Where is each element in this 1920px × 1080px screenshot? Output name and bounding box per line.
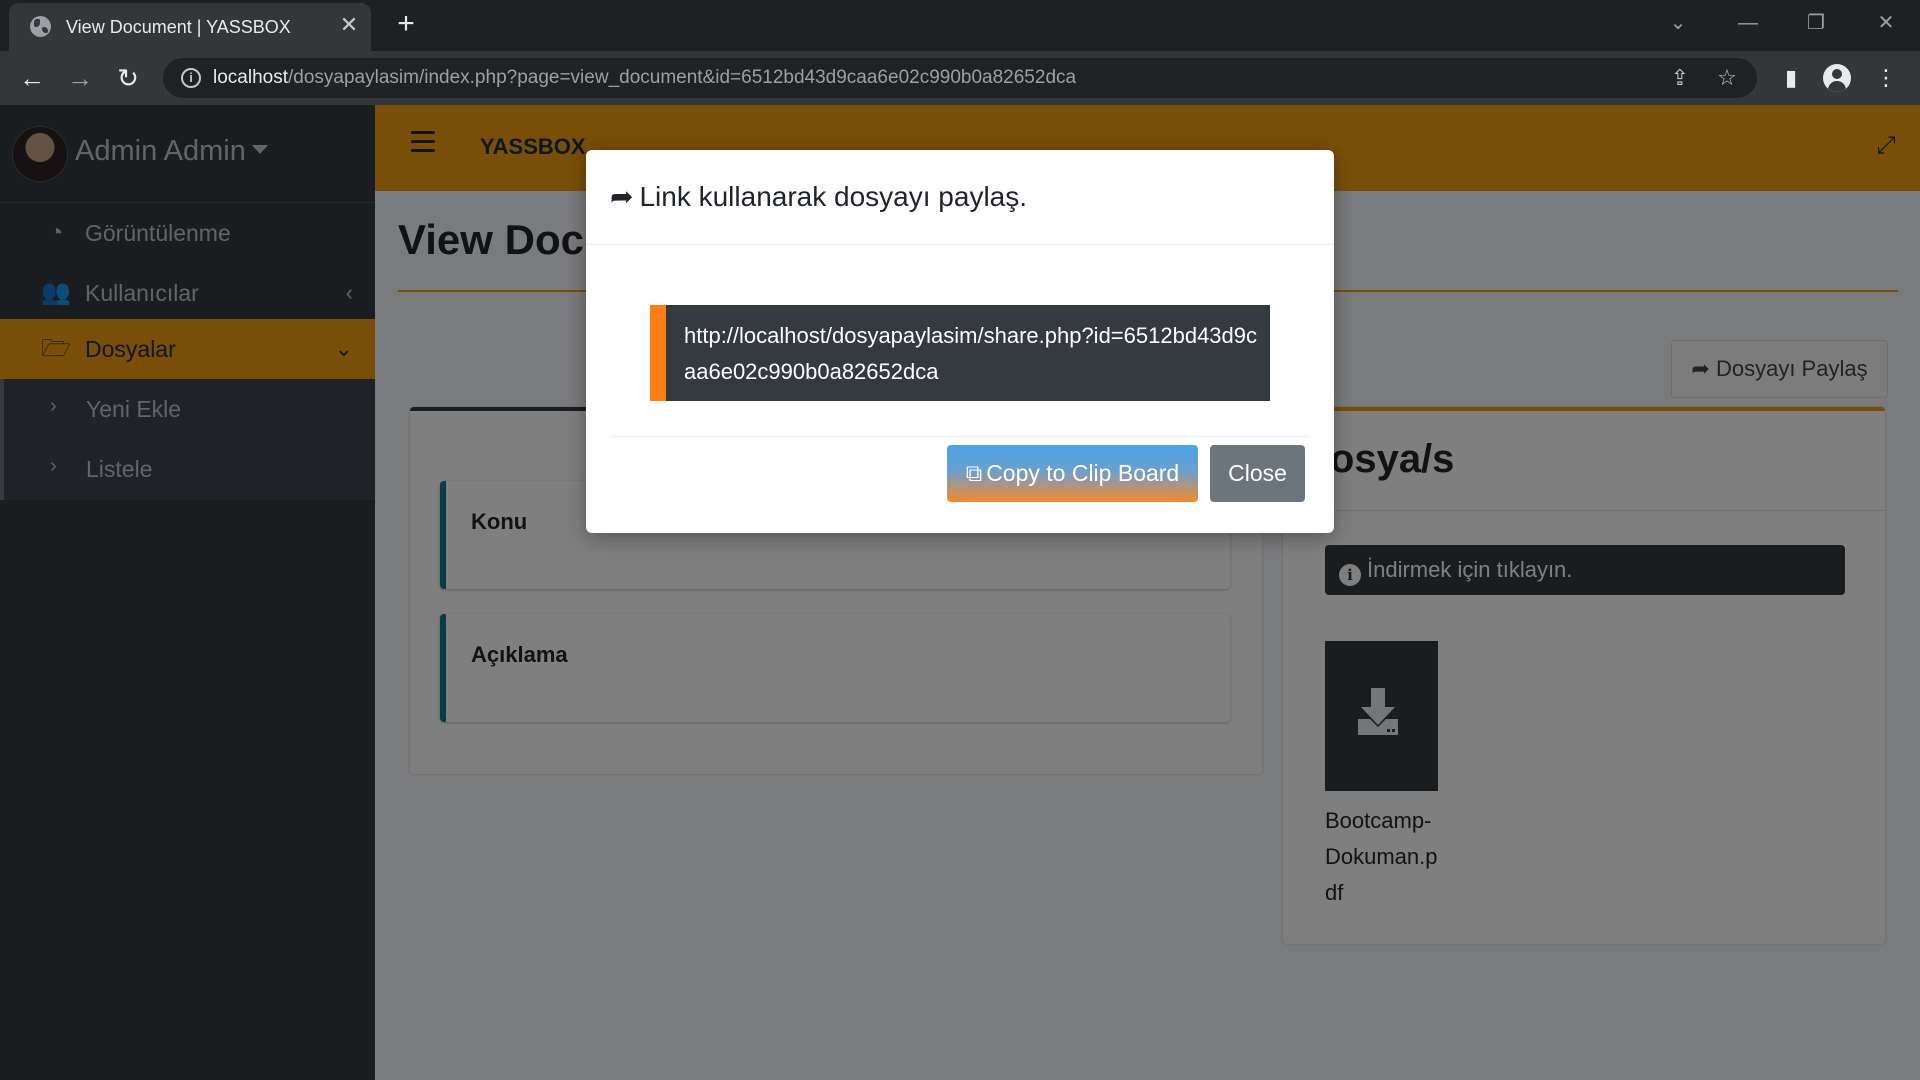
tab-title: View Document | YASSBOX (66, 17, 291, 37)
copy-to-clipboard-button[interactable]: ⧉ Copy to Clip Board (947, 445, 1198, 502)
modal-header: ➦ Link kullanarak dosyayı paylaş. (586, 150, 1334, 245)
globe-icon (30, 16, 51, 37)
back-button[interactable]: ← (16, 62, 48, 94)
side-panel-icon[interactable]: ▮ (1775, 62, 1807, 94)
browser-tab[interactable]: View Document | YASSBOX ✕ (9, 3, 371, 51)
tab-search-icon[interactable]: ⌄ (1658, 8, 1698, 38)
minimize-button[interactable]: — (1728, 8, 1768, 38)
menu-kebab-icon[interactable]: ⋮ (1870, 62, 1902, 94)
url-text[interactable]: localhost/dosyapaylasim/index.php?page=v… (213, 67, 1076, 89)
modal-title: ➦ Link kullanarak dosyayı paylaş. (610, 180, 1027, 213)
profile-avatar-icon[interactable] (1823, 64, 1851, 92)
share-link-text[interactable]: http://localhost/dosyapaylasim/share.php… (684, 318, 1264, 390)
new-tab-button[interactable]: + (390, 8, 422, 40)
close-tab-icon[interactable]: ✕ (337, 13, 361, 37)
url-path: /dosyapaylasim/index.php?page=view_docum… (288, 67, 1077, 88)
share-page-icon[interactable]: ⇪ (1666, 64, 1694, 92)
copy-button-label: Copy to Clip Board (986, 460, 1180, 486)
site-info-icon[interactable]: i (181, 68, 201, 88)
share-link-box: http://localhost/dosyapaylasim/share.php… (650, 305, 1270, 401)
share-arrow-icon: ➦ (610, 181, 634, 212)
share-link-modal: ➦ Link kullanarak dosyayı paylaş. http://… (586, 150, 1334, 533)
url-host: localhost (213, 67, 288, 88)
browser-tab-bar: View Document | YASSBOX ✕ + ⌄ — ❐ ✕ (0, 0, 1920, 51)
address-bar[interactable]: i localhost/dosyapaylasim/index.php?page… (163, 58, 1757, 98)
modal-footer-divider (610, 436, 1310, 437)
modal-title-text: Link kullanarak dosyayı paylaş. (639, 181, 1028, 212)
restore-button[interactable]: ❐ (1796, 8, 1836, 38)
close-modal-button[interactable]: Close (1210, 445, 1305, 502)
window-close-button[interactable]: ✕ (1866, 8, 1906, 38)
reload-button[interactable]: ↻ (112, 62, 144, 94)
browser-toolbar: ← → ↻ i localhost/dosyapaylasim/index.ph… (0, 51, 1920, 105)
bookmark-star-icon[interactable]: ☆ (1713, 64, 1741, 92)
forward-button[interactable]: → (64, 62, 96, 94)
copy-icon: ⧉ (965, 460, 983, 486)
